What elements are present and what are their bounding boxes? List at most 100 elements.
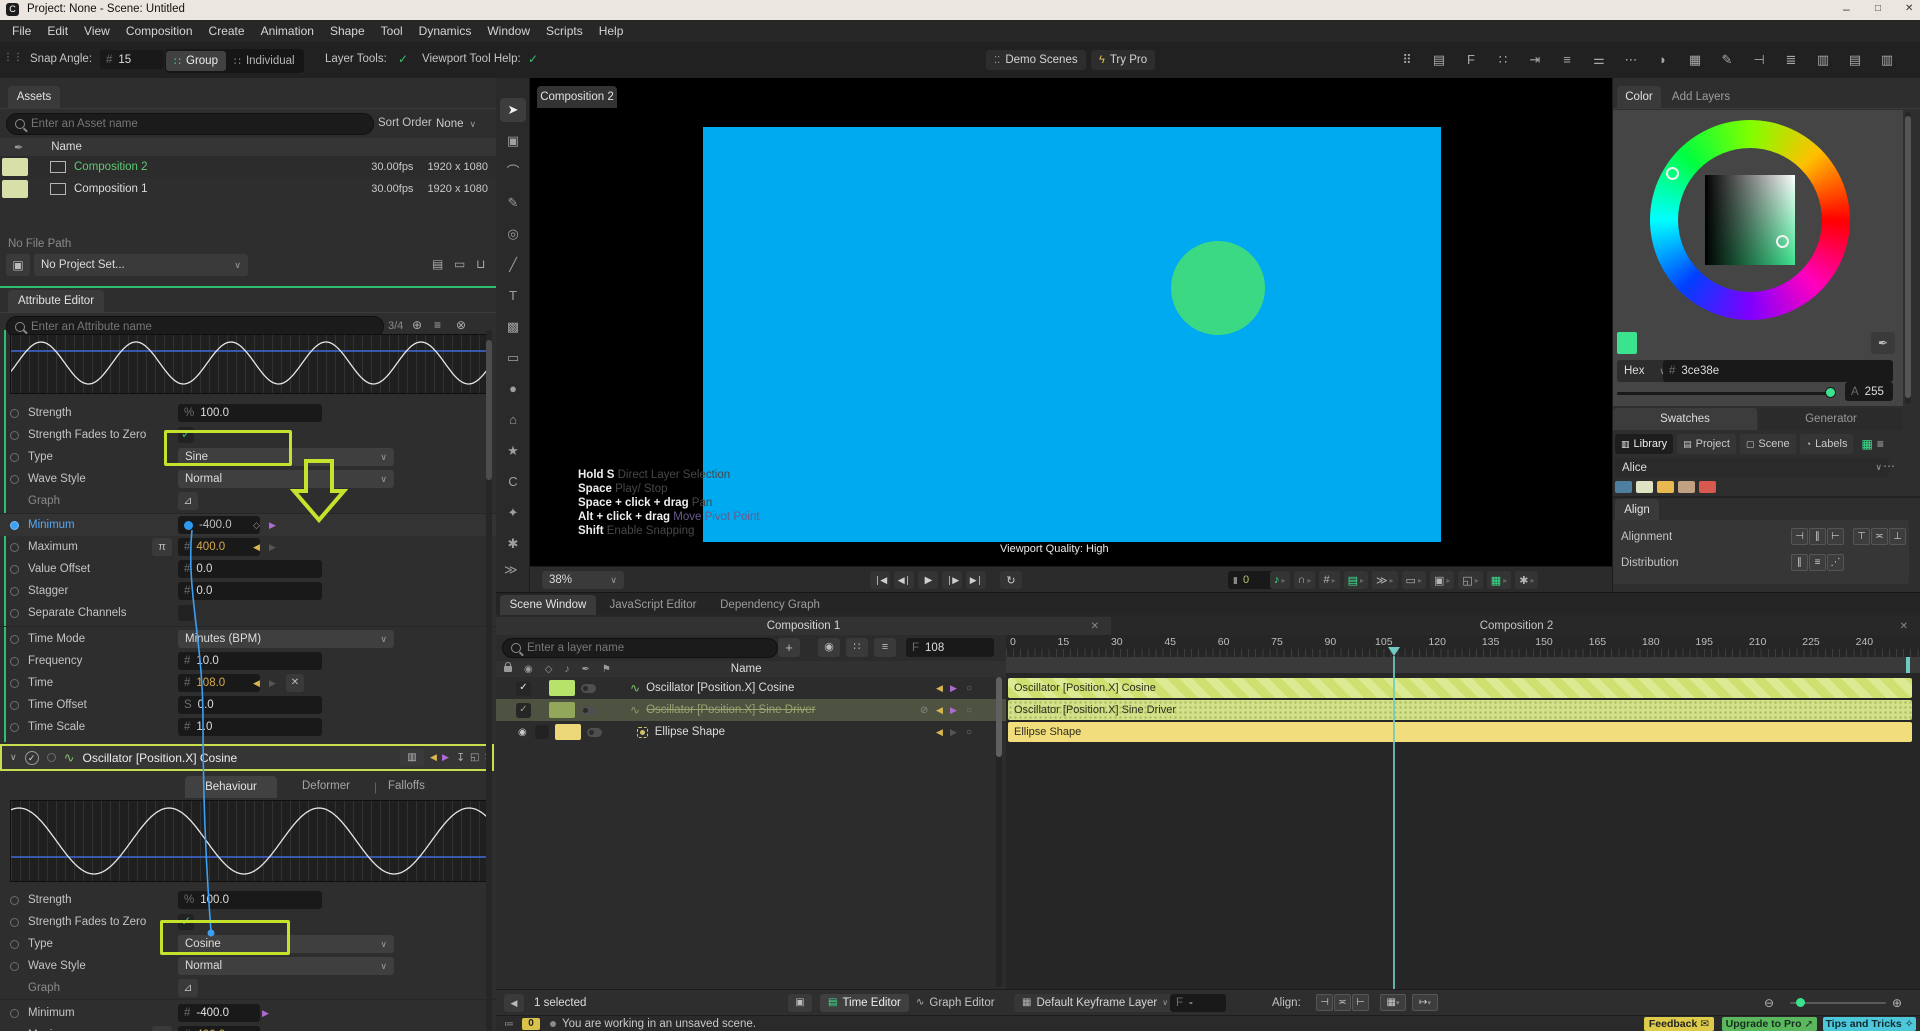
align-left-button[interactable]: ⊣ [1791,528,1808,545]
tab-assets[interactable]: Assets [8,86,60,108]
layer-color-chip[interactable] [549,702,575,718]
strength-field[interactable]: % 100.0 [178,891,322,909]
distribute-grid-button[interactable]: ⋰ [1827,554,1844,571]
prev-keyframe-icon[interactable]: ◀ [936,727,943,738]
upgrade-to-pro-button[interactable]: Upgrade to Pro ➚ [1722,1017,1817,1031]
eye-icon[interactable]: ◉ [518,727,527,738]
kf-align-left-button[interactable]: ⊣ [1316,994,1333,1011]
keyframe-radio[interactable] [10,1008,19,1018]
project-tab-button[interactable]: ▤ Project [1677,434,1736,454]
timeline-ruler[interactable]: 0 15 30 45 60 75 90 105 120 135 150 165 180 195 210 225… [1006,635,1920,649]
prev-keyframe-icon[interactable]: ◀ [253,542,260,553]
monitor-icon[interactable]: ▭ [454,257,465,271]
menu-tool[interactable]: Tool [373,20,411,42]
viewport-tool-help-check[interactable]: ✓ [528,52,538,66]
value-offset-field[interactable]: #0.0 [178,560,322,578]
grid-icon[interactable]: # ▸ [1319,571,1340,589]
close-button[interactable]: ✕ [1905,3,1913,14]
prev-keyframe-icon[interactable]: ◀ [253,678,260,689]
work-area-strip[interactable] [1006,657,1920,673]
align-top-button[interactable]: ⊤ [1853,528,1870,545]
eyedropper-button[interactable]: ✒ [1871,332,1895,354]
keyframe-circle-icon[interactable]: ○ [966,727,972,738]
keyframe-radio[interactable] [10,430,19,440]
layer-color-chip[interactable] [549,680,575,696]
demo-scenes-button[interactable]: ⁚⁚ Demo Scenes [986,50,1086,70]
new-folder-icon[interactable]: ▤ [432,257,443,271]
chevron-down-icon[interactable]: ∨ [10,752,17,763]
saturation-selector[interactable] [1776,235,1789,248]
individual-button[interactable]: ∷ Individual [226,51,303,71]
go-to-start-button[interactable]: ❘◀ [870,571,890,589]
keyframe-radio[interactable] [10,634,19,644]
graph-curve-icon[interactable]: ⊿ [178,979,198,997]
log-icon[interactable]: ≔ [504,1019,514,1030]
playhead-handle[interactable] [1388,647,1400,656]
sparkle-tool-icon[interactable]: ✦ [500,501,526,525]
library-tab-button[interactable]: ▥ Library [1615,434,1674,454]
menu-animation[interactable]: Animation [253,20,322,42]
distribute-vertical-button[interactable]: ≡ [1809,554,1826,571]
remove-connection-icon[interactable]: ✕ [286,674,304,692]
keyframe-radio[interactable] [10,452,19,462]
tab-attribute-editor[interactable]: Attribute Editor [8,290,104,312]
tab-falloffs[interactable]: Falloffs [388,780,425,792]
right-panel-scrollbar[interactable] [1905,112,1911,404]
distribute-horizontal-button[interactable]: ∥ [1791,554,1808,571]
layer-tools-check[interactable]: ✓ [398,52,408,66]
swatch-chip-1[interactable] [1636,481,1653,493]
keyframe-circle-icon[interactable]: ○ [966,683,972,694]
skip-icon[interactable]: ≫ ▸ [1372,571,1398,589]
timeline-bar-oscillator-cosine[interactable]: Oscillator [Position.X] Cosine [1008,678,1912,698]
menu-shape[interactable]: Shape [322,20,373,42]
frequency-field[interactable]: #10.0 [178,652,322,670]
attribute-scrollbar[interactable] [486,330,492,1031]
layers-icon[interactable]: ▣ ▸ [1429,571,1455,589]
strength-field[interactable]: % 100.0 [178,404,322,422]
time-scale-field[interactable]: #1.0 [178,718,322,736]
keyframe-radio[interactable] [10,608,19,618]
warning-count-badge[interactable]: 0 [522,1018,540,1030]
menu-create[interactable]: Create [201,20,253,42]
kf-align-center-button[interactable]: ≍ [1334,994,1351,1011]
star-tool-icon[interactable]: ★ [500,439,526,463]
prev-keyframe-icon[interactable]: ◀ [936,683,943,694]
audio-icon[interactable]: ♪ [564,664,569,675]
grid-view-icon[interactable]: ▦ [1861,437,1872,451]
close-icon[interactable]: ✕ [1900,621,1908,632]
dots-icon[interactable]: ∷ [1491,49,1515,71]
next-keyframe-icon[interactable]: ▶ [950,727,957,738]
next-keyframe-icon[interactable]: ▶ [269,542,276,553]
tab-deformer[interactable]: Deformer [302,780,350,792]
apps-grid-icon[interactable]: ⠿ [1395,49,1419,71]
frame-selection-icon[interactable]: ▣ [788,993,812,1012]
moon-icon[interactable]: ◗ [1651,49,1675,71]
keyframe-layer-dropdown[interactable]: ▦ Default Keyframe Layer ∨ [1014,993,1177,1012]
menu-window[interactable]: Window [479,20,538,42]
select-tool-icon[interactable]: ➤ [500,98,526,122]
minimum-field[interactable]: # -400.0 [178,1004,260,1022]
duplicate-icon[interactable]: ◱ ▸ [1458,571,1483,589]
enabled-checkbox[interactable]: ✓ [516,680,531,696]
text-tool-icon[interactable]: T [500,284,526,308]
polygon-tool-icon[interactable]: ⌂ [500,408,526,432]
next-keyframe-icon[interactable]: ▶ [442,752,449,763]
tracks-icon[interactable]: ⚌ [1587,49,1611,71]
align-center-button[interactable]: ∥ [1809,528,1826,545]
keyframe-radio[interactable] [10,895,19,905]
align-left-icon[interactable]: ⊣ [1747,49,1771,71]
keyframe-radio[interactable] [10,656,19,666]
timeline-icon[interactable]: ▤ ▸ [1343,571,1368,589]
layer-row-oscillator-sine-driver[interactable]: ✓ ∿ Oscillator [Position.X] Sine Driver … [496,699,1006,721]
eye-icon[interactable]: ◉ [524,664,533,675]
solo-filter-icon[interactable]: ◉ [818,638,840,657]
arc-tool-icon[interactable]: C [500,470,526,494]
ellipse-tool-icon[interactable]: ● [500,377,526,401]
zoom-in-icon[interactable]: ⊕ [1892,996,1902,1010]
audio-level-badge[interactable]: ▮ 0 [1228,571,1274,589]
pi-expression-button[interactable]: π [152,538,172,556]
feedback-button[interactable]: Feedback ✉ [1644,1017,1714,1031]
filter-icon[interactable]: ≡ [434,318,441,332]
keyframe-radio[interactable] [46,753,56,762]
keyframe-radio[interactable] [10,678,19,688]
